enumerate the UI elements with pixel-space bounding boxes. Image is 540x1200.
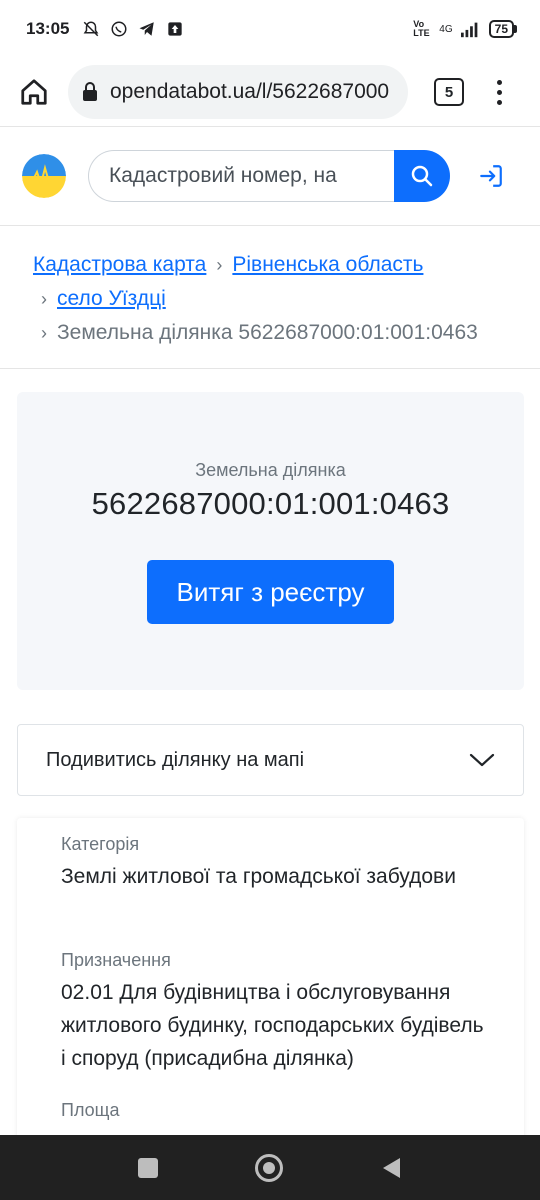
breadcrumb: Кадастрова карта › Рівненська область › сел…	[33, 248, 523, 350]
plot-summary-card: Земельна ділянка 5622687000:01:001:0463 …	[17, 392, 524, 690]
site-header	[0, 126, 540, 226]
system-navigation-bar	[0, 1135, 540, 1200]
signal-icon	[460, 19, 481, 39]
breadcrumb-separator: ›	[216, 255, 223, 275]
chevron-down-icon	[469, 753, 495, 767]
home-button[interactable]	[14, 72, 54, 112]
section-divider	[0, 368, 540, 369]
volte-indicator: Vo LTE	[413, 19, 430, 38]
bell-off-icon	[81, 19, 101, 39]
purpose-label: Призначення	[61, 950, 171, 970]
category-label: Категорія	[61, 834, 140, 854]
breadcrumb-link-region[interactable]: Рівненська область	[232, 253, 423, 276]
kebab-dot-icon	[496, 99, 502, 105]
registry-extract-button[interactable]: Витяг з реєстру	[147, 560, 394, 624]
kebab-dot-icon	[496, 79, 502, 85]
upload-icon	[165, 19, 185, 39]
url-text: opendatabot.ua/l/5622687000	[110, 80, 390, 103]
map-toggle-label: Подивитись ділянку на мапі	[46, 748, 305, 771]
kebab-dot-icon	[496, 89, 502, 95]
status-bar: 13:05 Vo LTE 4G 75	[0, 0, 540, 58]
status-time: 13:05	[26, 19, 70, 38]
breadcrumb-current: Земельна ділянка 5622687000:01:001:0463	[57, 321, 478, 344]
back-button[interactable]	[380, 1156, 402, 1180]
battery-indicator: 75	[488, 20, 518, 38]
tab-switcher-button[interactable]: 5	[434, 78, 464, 106]
breadcrumb-separator: ›	[41, 323, 47, 343]
browser-menu-button[interactable]	[494, 79, 504, 105]
lock-icon	[83, 82, 97, 101]
purpose-value: 02.01 Для будівництва і обслуговування ж…	[61, 981, 484, 1070]
telegram-icon	[137, 19, 157, 39]
breadcrumb-link-cadastral-map[interactable]: Кадастрова карта	[33, 253, 206, 276]
map-accordion-toggle[interactable]: Подивитись ділянку на мапі	[17, 724, 524, 796]
home-dot-icon	[262, 1161, 275, 1174]
category-field: Категорія Землі житлової та громадської …	[61, 832, 491, 893]
search-button[interactable]	[394, 150, 450, 202]
breadcrumb-separator: ›	[41, 289, 47, 309]
category-value: Землі житлової та громадської забудови	[61, 865, 456, 888]
breadcrumb-link-village[interactable]: село Уїздці	[57, 287, 166, 310]
recent-apps-button[interactable]	[138, 1157, 159, 1178]
area-label: Площа	[61, 1100, 120, 1120]
search-form	[88, 150, 450, 202]
login-button[interactable]	[476, 161, 506, 191]
search-input[interactable]	[88, 150, 394, 202]
network-type: 4G	[439, 23, 453, 35]
address-bar[interactable]: opendatabot.ua/l/5622687000	[68, 65, 408, 119]
browser-toolbar: opendatabot.ua/l/5622687000 5	[0, 58, 540, 126]
cadastral-number: 5622687000:01:001:0463	[91, 486, 450, 521]
home-nav-button[interactable]	[254, 1153, 283, 1182]
plot-details-card: Категорія Землі житлової та громадської …	[17, 818, 524, 1148]
plot-label: Земельна ділянка	[195, 460, 346, 480]
viber-icon	[109, 19, 129, 39]
search-icon	[411, 165, 433, 187]
home-icon	[21, 79, 47, 105]
login-icon	[480, 165, 502, 187]
opendatabot-logo[interactable]	[22, 154, 66, 198]
area-field: Площа	[61, 1098, 491, 1122]
purpose-field: Призначення 02.01 Для будівництва і обсл…	[61, 948, 491, 1075]
